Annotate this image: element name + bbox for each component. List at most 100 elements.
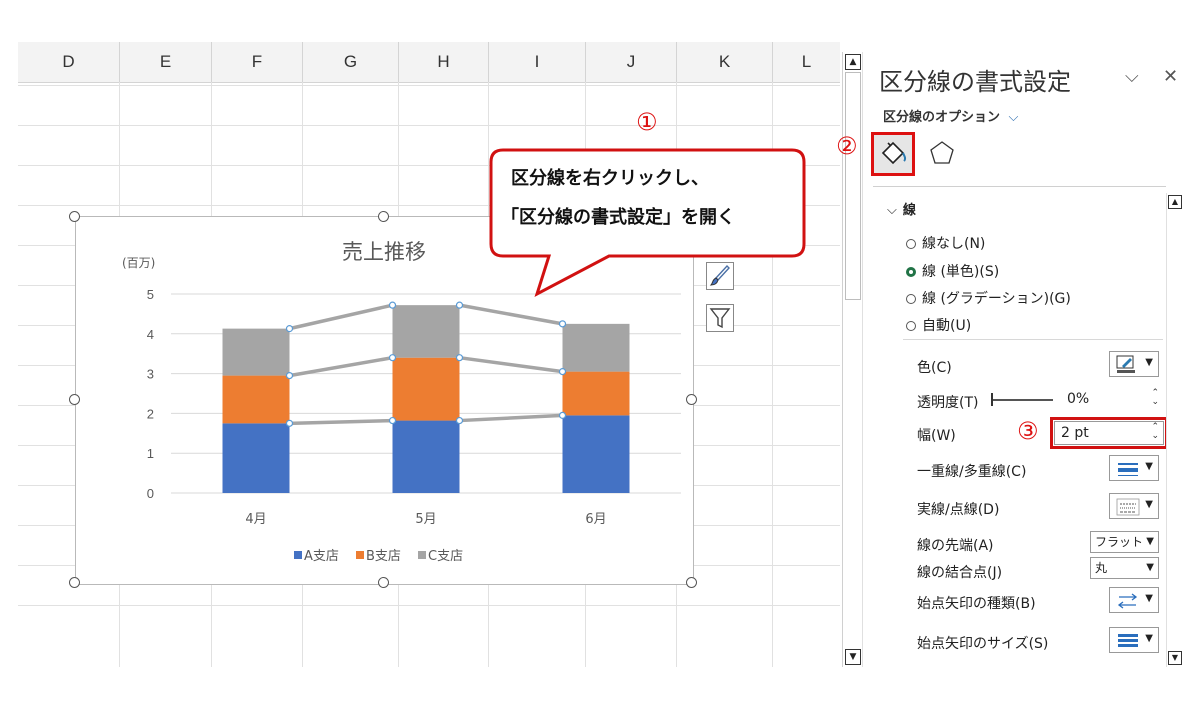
scroll-up-arrow-icon[interactable]: ▲ (845, 54, 861, 70)
width-input[interactable]: 2 pt ⌃ ⌄ (1054, 421, 1164, 445)
chart-filter-funnel-icon[interactable] (706, 304, 734, 332)
resize-handle-right[interactable] (686, 394, 697, 405)
bar-segment (562, 371, 630, 416)
dropdown-caret-icon: ▼ (1145, 499, 1153, 510)
y-tick-label: 5 (147, 287, 154, 302)
dash-type-button[interactable]: ▼ (1109, 493, 1159, 519)
resize-handle-top-left[interactable] (69, 211, 80, 222)
width-label: 幅(W) (917, 428, 956, 444)
series-line-handle (388, 416, 397, 425)
pane-scroll-up-icon[interactable]: ▲ (1168, 195, 1182, 209)
compound-type-button[interactable]: ▼ (1109, 455, 1159, 481)
callout-line-2: 「区分線の書式設定」を開く (501, 207, 735, 228)
resize-handle-bottom[interactable] (378, 577, 389, 588)
arrow-size-icon (1118, 634, 1138, 647)
dropdown-caret-icon: ▼ (1145, 633, 1153, 644)
pane-scroll-down-icon[interactable]: ▼ (1168, 651, 1182, 665)
compound-label: 一重線/多重線(C) (917, 464, 1027, 480)
radio-label: 自動(U) (922, 318, 972, 334)
x-tick-label: 5月 (415, 512, 436, 527)
radio-solid-line[interactable]: 線 (単色)(S) (906, 261, 999, 281)
series-line-handle (558, 320, 567, 328)
bar-segment (562, 415, 630, 493)
series-line (459, 413, 563, 423)
format-pane: 区分線の書式設定 ⌵ ✕ 区分線のオプション ⌵ ⌵ 線 線なし(N) 線 (単色… (862, 52, 1200, 667)
resize-handle-bottom-left[interactable] (69, 577, 80, 588)
join-select[interactable]: 丸 ▼ (1090, 557, 1159, 579)
series-line-handle (285, 325, 294, 333)
begin-arrow-size-button[interactable]: ▼ (1109, 627, 1159, 653)
radio-no-line[interactable]: 線なし(N) (906, 233, 985, 253)
line-color-button[interactable]: ▼ (1109, 351, 1159, 377)
dash-label: 実線/点線(D) (917, 502, 1000, 518)
bar-segment (222, 328, 290, 376)
color-label: 色(C) (917, 360, 952, 376)
series-line-handle (558, 411, 567, 419)
column-header-j[interactable]: J (586, 42, 677, 82)
line-section-header[interactable]: ⌵ 線 (887, 199, 916, 218)
scrollbar-thumb[interactable] (845, 72, 861, 300)
bar-segment (392, 420, 460, 493)
row-gridline (18, 125, 840, 126)
options-chevron-icon[interactable]: ⌵ (1009, 110, 1019, 125)
row-gridline (18, 605, 840, 606)
spin-arrows-icon[interactable]: ⌃ ⌄ (1151, 389, 1159, 407)
pane-close-icon[interactable]: ✕ (1163, 66, 1178, 87)
bar-segment (392, 357, 460, 421)
column-header-row: D E F G H I J K L (18, 42, 840, 83)
unit-label: (百万) (122, 256, 155, 270)
radio-gradient-line[interactable]: 線 (グラデーション)(G) (906, 288, 1071, 308)
radio-selected-icon (906, 267, 916, 277)
begin-arrow-type-label: 始点矢印の種類(B) (917, 596, 1036, 612)
join-label: 線の結合点(J) (917, 565, 1003, 581)
transparency-slider[interactable] (991, 399, 1053, 401)
annotation-one: ① (636, 108, 658, 136)
paint-bucket-icon (881, 141, 907, 165)
column-header-g[interactable]: G (303, 42, 399, 82)
cap-select[interactable]: フラット ▼ (1090, 531, 1159, 553)
dropdown-caret-icon: ▼ (1146, 536, 1154, 547)
legend-swatch (418, 551, 426, 559)
legend-swatch (356, 551, 364, 559)
series-line (289, 355, 393, 378)
resize-handle-top[interactable] (378, 211, 389, 222)
series-line (459, 355, 563, 374)
pen-color-icon (1116, 355, 1135, 373)
y-tick-label: 1 (147, 446, 154, 461)
pane-scrollbar[interactable]: ▲ ▼ (1166, 193, 1183, 667)
fill-line-tab[interactable] (871, 132, 915, 176)
cap-value: フラット (1095, 535, 1144, 549)
spin-arrows-icon[interactable]: ⌃ ⌄ (1151, 423, 1159, 441)
legend-label: B支店 (366, 549, 401, 564)
instruction-callout: 区分線を右クリックし、 「区分線の書式設定」を開く (489, 148, 806, 298)
resize-handle-bottom-right[interactable] (686, 577, 697, 588)
series-line-handle (388, 301, 397, 309)
column-header-i[interactable]: I (489, 42, 586, 82)
cap-label: 線の先端(A) (917, 538, 994, 554)
effects-tab[interactable] (929, 140, 955, 170)
scroll-down-arrow-icon[interactable]: ▼ (845, 649, 861, 665)
radio-circle-icon (906, 321, 916, 331)
column-header-e[interactable]: E (120, 42, 212, 82)
dropdown-caret-icon: ▼ (1145, 357, 1153, 368)
begin-arrow-type-button[interactable]: ▼ (1109, 587, 1159, 613)
resize-handle-left[interactable] (69, 394, 80, 405)
annotation-two: ② (836, 132, 858, 160)
column-header-d[interactable]: D (18, 42, 120, 82)
y-tick-label: 4 (147, 327, 154, 342)
series-options-dropdown[interactable]: 区分線のオプション ⌵ (883, 106, 1018, 125)
pane-title: 区分線の書式設定 (879, 68, 1071, 96)
pane-options-chevron-icon[interactable]: ⌵ (1125, 66, 1139, 87)
width-value: 2 pt (1061, 425, 1089, 441)
x-tick-label: 4月 (245, 512, 266, 527)
slider-thumb[interactable] (991, 393, 993, 406)
column-header-l[interactable]: L (773, 42, 840, 82)
transparency-label: 透明度(T) (917, 395, 979, 411)
transparency-input[interactable]: 0% ⌃ ⌄ (1061, 388, 1163, 412)
dropdown-caret-icon: ▼ (1145, 593, 1153, 604)
column-header-k[interactable]: K (677, 42, 773, 82)
radio-automatic[interactable]: 自動(U) (906, 315, 971, 335)
radio-label: 線なし(N) (922, 236, 986, 252)
column-header-h[interactable]: H (399, 42, 489, 82)
column-header-f[interactable]: F (212, 42, 303, 82)
